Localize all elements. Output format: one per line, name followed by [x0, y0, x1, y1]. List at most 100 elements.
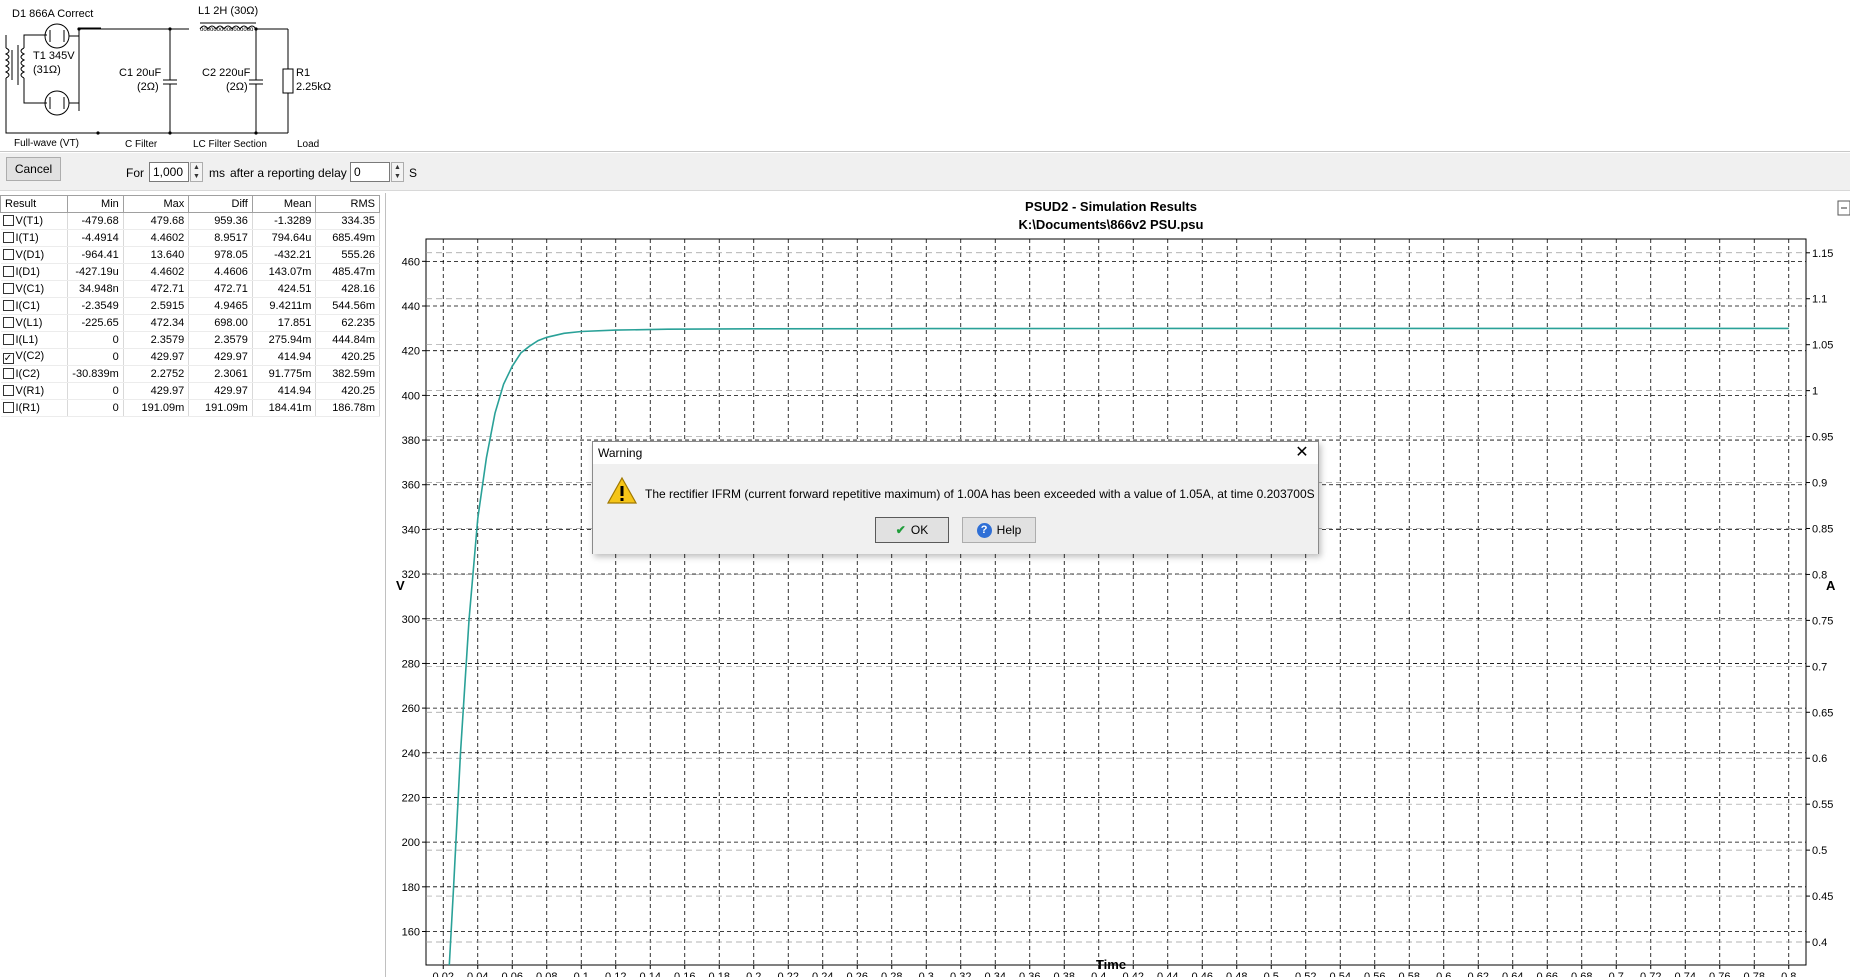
delay-spinner[interactable]: ▲ ▼	[391, 162, 404, 182]
spin-up-icon[interactable]: ▲	[191, 163, 202, 172]
column-header-rms[interactable]: RMS	[315, 195, 380, 213]
x-tick-label: 0.58	[1399, 971, 1420, 977]
duration-spinner[interactable]: ▲ ▼	[190, 162, 203, 182]
y-tick-label: 160	[402, 926, 420, 938]
result-mean-cell: 275.94m	[252, 331, 317, 349]
x-tick-label: 0.44	[1157, 971, 1178, 977]
warning-icon	[606, 476, 638, 504]
table-row[interactable]: I(R1) 0 191.09m 191.09m 184.41m 186.78m	[0, 399, 380, 417]
cancel-button[interactable]: Cancel	[6, 157, 61, 181]
result-checkbox[interactable]	[2, 300, 14, 311]
y-tick-label: 220	[402, 792, 420, 804]
column-header-max[interactable]: Max	[122, 195, 190, 213]
y2-tick-label: 0.45	[1812, 891, 1833, 903]
result-name-cell[interactable]: V(L1)	[0, 314, 69, 332]
x-tick-label: 0.14	[640, 971, 661, 977]
result-checkbox[interactable]	[2, 402, 14, 413]
result-checkbox[interactable]	[2, 317, 14, 328]
result-name-cell[interactable]: I(T1)	[0, 229, 69, 247]
result-name-cell[interactable]: I(C1)	[0, 297, 69, 315]
result-checkbox[interactable]	[2, 249, 14, 260]
result-checkbox[interactable]	[2, 215, 14, 226]
x-tick-label: 0.08	[536, 971, 557, 977]
x-tick-label: 0.8	[1781, 971, 1796, 977]
result-rms-cell: 685.49m	[315, 229, 380, 247]
result-rms-cell: 544.56m	[315, 297, 380, 315]
dialog-title: Warning	[598, 446, 643, 460]
result-checkbox[interactable]	[2, 283, 14, 294]
close-icon[interactable]: ✕	[1292, 443, 1312, 463]
y-tick-label: 300	[402, 614, 420, 626]
table-row[interactable]: I(C2) -30.839m 2.2752 2.3061 91.775m 382.59m	[0, 365, 380, 383]
result-max-cell: 429.97	[123, 382, 190, 400]
x-tick-label: 0.02	[433, 971, 454, 977]
result-max-cell: 2.3579	[123, 331, 190, 349]
x-tick-label: 0.64	[1502, 971, 1523, 977]
y2-tick-label: 0.9	[1812, 478, 1827, 490]
result-max-cell: 191.09m	[123, 399, 190, 417]
result-mean-cell: -1.3289	[252, 212, 317, 230]
x-tick-label: 0.72	[1640, 971, 1661, 977]
x-tick-label: 0.46	[1192, 971, 1213, 977]
result-checkbox[interactable]	[2, 232, 14, 243]
column-header-mean[interactable]: Mean	[251, 195, 317, 213]
result-name-cell[interactable]: V(C1)	[0, 280, 69, 298]
table-row[interactable]: I(L1) 0 2.3579 2.3579 275.94m 444.84m	[0, 331, 380, 349]
table-row[interactable]: V(C1) 34.948n 472.71 472.71 424.51 428.16	[0, 280, 380, 298]
table-row[interactable]: V(T1) -479.68 479.68 959.36 -1.3289 334.35	[0, 212, 380, 230]
result-checkbox[interactable]	[2, 266, 14, 277]
duration-input[interactable]: 1,000	[149, 162, 189, 182]
y2-tick-label: 1.15	[1812, 248, 1833, 260]
y-tick-label: 200	[402, 837, 420, 849]
result-mean-cell: -432.21	[252, 246, 317, 264]
result-checkbox[interactable]	[2, 368, 14, 379]
result-name: V(R1)	[15, 385, 45, 397]
spin-down-icon[interactable]: ▼	[191, 172, 202, 181]
help-label: Help	[996, 523, 1022, 537]
delay-input[interactable]: 0	[350, 162, 390, 182]
table-row[interactable]: ✓ V(C2) 0 429.97 429.97 414.94 420.25	[0, 348, 380, 366]
table-row[interactable]: V(D1) -964.41 13.640 978.05 -432.21 555.26	[0, 246, 380, 264]
y-tick-label: 240	[402, 748, 420, 760]
result-rms-cell: 428.16	[315, 280, 380, 298]
schematic-c1-res: (2Ω)	[137, 81, 159, 93]
x-tick-label: 0.56	[1364, 971, 1385, 977]
checkmark-icon: ✔	[895, 523, 906, 537]
table-row[interactable]: V(L1) -225.65 472.34 698.00 17.851 62.235	[0, 314, 380, 332]
table-row[interactable]: I(D1) -427.19u 4.4602 4.4606 143.07m 485.47m	[0, 263, 380, 281]
x-tick-label: 0.06	[502, 971, 523, 977]
result-name-cell[interactable]: I(D1)	[0, 263, 69, 281]
result-name-cell[interactable]: I(C2)	[0, 365, 69, 383]
column-header-diff[interactable]: Diff	[188, 195, 253, 213]
result-name-cell[interactable]: V(T1)	[0, 212, 69, 230]
result-checkbox[interactable]	[2, 334, 14, 345]
result-name: I(C1)	[15, 300, 40, 312]
y2-tick-label: 0.5	[1812, 845, 1827, 857]
help-button[interactable]: ? Help	[962, 517, 1036, 543]
result-name: V(D1)	[15, 249, 45, 261]
table-row[interactable]: V(R1) 0 429.97 429.97 414.94 420.25	[0, 382, 380, 400]
simulation-chart[interactable]: PSUD2 - Simulation Results K:\Documents\…	[386, 193, 1850, 977]
result-name-cell[interactable]: V(D1)	[0, 246, 69, 264]
spin-down-icon[interactable]: ▼	[392, 172, 403, 181]
x-tick-label: 0.12	[605, 971, 626, 977]
result-name-cell[interactable]: V(R1)	[0, 382, 69, 400]
y-tick-label: 360	[402, 480, 420, 492]
table-row[interactable]: I(T1) -4.4914 4.4602 8.9517 794.64u 685.49m	[0, 229, 380, 247]
column-header-result[interactable]: Result	[0, 195, 69, 213]
ok-button[interactable]: ✔ OK	[875, 517, 949, 543]
y-axis-label: V	[396, 578, 405, 593]
x-tick-label: 0.22	[778, 971, 799, 977]
circuit-schematic[interactable]: oooooooooooooooo D1 866A Correct L1 2H (…	[0, 0, 1850, 152]
table-row[interactable]: I(C1) -2.3549 2.5915 4.9465 9.4211m 544.56m	[0, 297, 380, 315]
result-checkbox[interactable]	[2, 385, 14, 396]
result-name-cell[interactable]: I(L1)	[0, 331, 69, 349]
result-name-cell[interactable]: ✓ V(C2)	[0, 348, 69, 366]
result-name-cell[interactable]: I(R1)	[0, 399, 69, 417]
x-tick-label: 0.04	[467, 971, 488, 977]
dialog-titlebar[interactable]: Warning ✕	[593, 442, 1318, 464]
spin-up-icon[interactable]: ▲	[392, 163, 403, 172]
column-header-min[interactable]: Min	[67, 195, 124, 213]
result-checkbox[interactable]: ✓	[2, 353, 14, 364]
result-diff-cell: 429.97	[188, 382, 253, 400]
